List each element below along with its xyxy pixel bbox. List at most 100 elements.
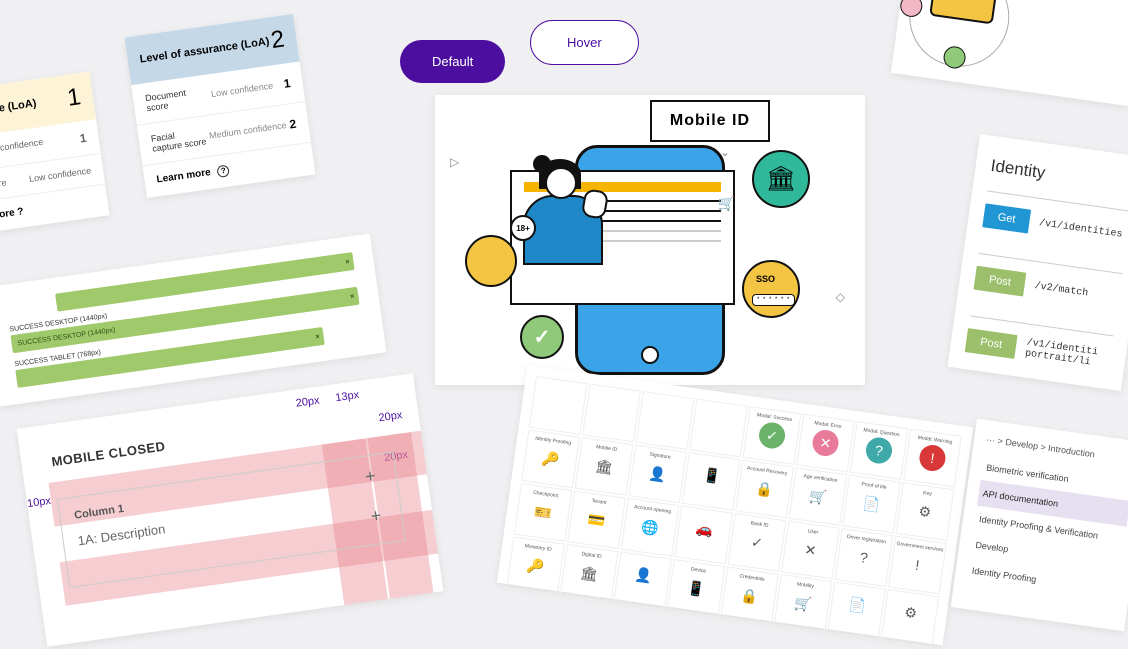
loa2-header: Level of assurance (LoA) bbox=[139, 36, 270, 66]
category-icon: ✓ bbox=[742, 528, 771, 557]
sso-icon: SSO * * * * * * bbox=[742, 260, 800, 318]
category-icon: 🔑 bbox=[521, 551, 550, 580]
api-path: /v1/identities bbox=[1038, 218, 1123, 241]
play-icon: ▷ bbox=[450, 155, 459, 169]
grid-cell[interactable]: 📄 bbox=[827, 582, 886, 641]
loa2-r2-conf: Medium confidence bbox=[208, 120, 287, 141]
api-endpoint-row[interactable]: Post/v2/match bbox=[972, 253, 1122, 318]
grid-header bbox=[529, 376, 588, 435]
loa1-header: rance (LoA) bbox=[0, 97, 37, 117]
grid-cell[interactable]: Account opening🌐 bbox=[621, 498, 680, 557]
diamond-icon: ◇ bbox=[836, 290, 845, 304]
category-icon: 📄 bbox=[843, 590, 872, 619]
grid-header: Modal: Error✕ bbox=[796, 414, 855, 473]
hover-button[interactable]: Hover bbox=[530, 20, 639, 65]
loa1-r1-score: 1 bbox=[79, 131, 88, 146]
grid-cell[interactable]: Identity Proofing🔑 bbox=[521, 430, 580, 489]
category-icon: 🌐 bbox=[635, 513, 664, 542]
category-icon: 📱 bbox=[697, 461, 726, 490]
loa1-r2-label: pture bbox=[0, 177, 7, 190]
dim-10px: 10px bbox=[26, 495, 51, 510]
loa-card-1: rance (LoA) 1 Low confidence 1 pture Low… bbox=[0, 72, 109, 234]
category-icon: 🔑 bbox=[536, 444, 565, 473]
api-path: /v1/identiti portrait/li bbox=[1024, 338, 1111, 372]
grid-cell[interactable]: ⚙ bbox=[881, 589, 940, 648]
api-endpoint-row[interactable]: Get/v1/identities bbox=[981, 191, 1128, 256]
age-badge-icon: 18+ bbox=[510, 215, 536, 241]
grid-header bbox=[689, 399, 748, 458]
dim-20px-2: 20px bbox=[378, 409, 403, 424]
api-title: Identity bbox=[989, 156, 1128, 196]
grid-cell[interactable]: Proof of life📄 bbox=[842, 475, 901, 534]
mobile-id-title: Mobile ID bbox=[650, 100, 770, 142]
mobile-id-illustration: Mobile ID 18+ 🏛 SSO * * * * * * ✓ 🛒 ⌄ ◇ … bbox=[435, 95, 865, 385]
grid-cell[interactable]: Tenant💳 bbox=[567, 491, 626, 550]
category-icon: ⚙ bbox=[896, 598, 925, 627]
expand-icon[interactable]: + bbox=[369, 505, 382, 527]
loa1-r2-conf: Low confidence bbox=[28, 165, 91, 184]
grid-header bbox=[636, 391, 695, 450]
grid-cell[interactable]: Key⚙ bbox=[896, 482, 955, 541]
grid-cell[interactable]: Signature👤 bbox=[628, 445, 687, 504]
chevron-down-icon: ⌄ bbox=[720, 145, 730, 159]
category-icon: 🔒 bbox=[750, 474, 779, 503]
loa1-score: 1 bbox=[66, 83, 83, 113]
category-icon: ? bbox=[849, 543, 878, 572]
grid-cell[interactable]: Account Recovery🔒 bbox=[735, 460, 794, 519]
emoji-icon bbox=[465, 235, 517, 287]
category-icon: 🏛 bbox=[574, 559, 603, 588]
grid-cell[interactable]: Mobile ID🏛 bbox=[575, 437, 634, 496]
method-badge: Post bbox=[965, 328, 1018, 359]
category-icon: 👤 bbox=[643, 459, 672, 488]
dim-13px: 13px bbox=[335, 389, 360, 404]
loa-card-2: Level of assurance (LoA) 2 Document scor… bbox=[125, 14, 316, 198]
ticket-illustration bbox=[891, 0, 1128, 106]
grid-cell[interactable]: Driver registration? bbox=[835, 528, 894, 587]
category-icon: 🚗 bbox=[690, 514, 719, 543]
breakpoints-editor: × SUCCESS DESKTOP (1440px) SUCCESS DESKT… bbox=[0, 233, 386, 406]
category-icon: 📱 bbox=[681, 574, 710, 603]
method-badge: Post bbox=[973, 266, 1026, 297]
grid-cell[interactable]: Government services! bbox=[888, 536, 947, 595]
grid-header: Modal: Question? bbox=[850, 421, 909, 480]
grid-cell[interactable]: Checkpoint🎫 bbox=[514, 483, 573, 542]
close-icon[interactable]: × bbox=[350, 293, 355, 301]
status-icon: ✕ bbox=[811, 428, 840, 457]
category-icon: ! bbox=[903, 550, 932, 579]
category-icon: 👤 bbox=[629, 560, 658, 589]
category-icon: 🎫 bbox=[528, 498, 557, 527]
grid-cell[interactable]: Digital ID🏛 bbox=[560, 544, 619, 603]
close-icon[interactable]: × bbox=[315, 333, 320, 341]
grid-cell[interactable]: 🚗 bbox=[674, 506, 733, 565]
api-endpoint-row[interactable]: Post/v1/identiti portrait/li bbox=[964, 315, 1114, 380]
category-icon: ⚙ bbox=[910, 497, 939, 526]
grid-header: Modal: Success✓ bbox=[743, 406, 802, 465]
api-panel: Identity Get/v1/identitiesPost/v2/matchP… bbox=[947, 134, 1128, 391]
help-icon: ? bbox=[217, 164, 231, 178]
grid-cell[interactable]: Credentials🔒 bbox=[720, 567, 779, 626]
cart-icon: 🛒 bbox=[718, 195, 735, 212]
icon-grid: Modal: Success✓Modal: Error✕Modal: Quest… bbox=[497, 365, 973, 645]
category-icon: 🔒 bbox=[735, 581, 764, 610]
grid-cell[interactable]: 👤 bbox=[613, 552, 672, 611]
grid-cell[interactable]: Device📱 bbox=[667, 559, 726, 618]
category-icon: 📄 bbox=[857, 489, 886, 518]
status-icon: ! bbox=[918, 443, 947, 472]
dim-20px: 20px bbox=[295, 395, 320, 410]
bank-icon: 🏛 bbox=[752, 150, 810, 208]
category-icon: 🛒 bbox=[788, 589, 817, 618]
loa2-r2-score: 2 bbox=[289, 117, 298, 132]
grid-header: Modal: Warning! bbox=[903, 429, 962, 488]
status-icon: ✓ bbox=[757, 421, 786, 450]
loa2-r1-conf: Low confidence bbox=[210, 80, 273, 99]
grid-cell[interactable]: Age verification🛒 bbox=[789, 467, 848, 526]
grid-cell[interactable]: User✕ bbox=[781, 521, 840, 580]
grid-cell[interactable]: 📱 bbox=[682, 452, 741, 511]
grid-cell[interactable]: Bank ID✓ bbox=[728, 513, 787, 572]
grid-header bbox=[582, 384, 641, 443]
grid-cell[interactable]: Mobility🛒 bbox=[774, 574, 833, 633]
grid-cell[interactable]: Monetary ID🔑 bbox=[506, 536, 565, 595]
close-icon[interactable]: × bbox=[345, 258, 350, 266]
category-icon: 🏛 bbox=[589, 452, 618, 481]
default-button[interactable]: Default bbox=[400, 40, 505, 83]
